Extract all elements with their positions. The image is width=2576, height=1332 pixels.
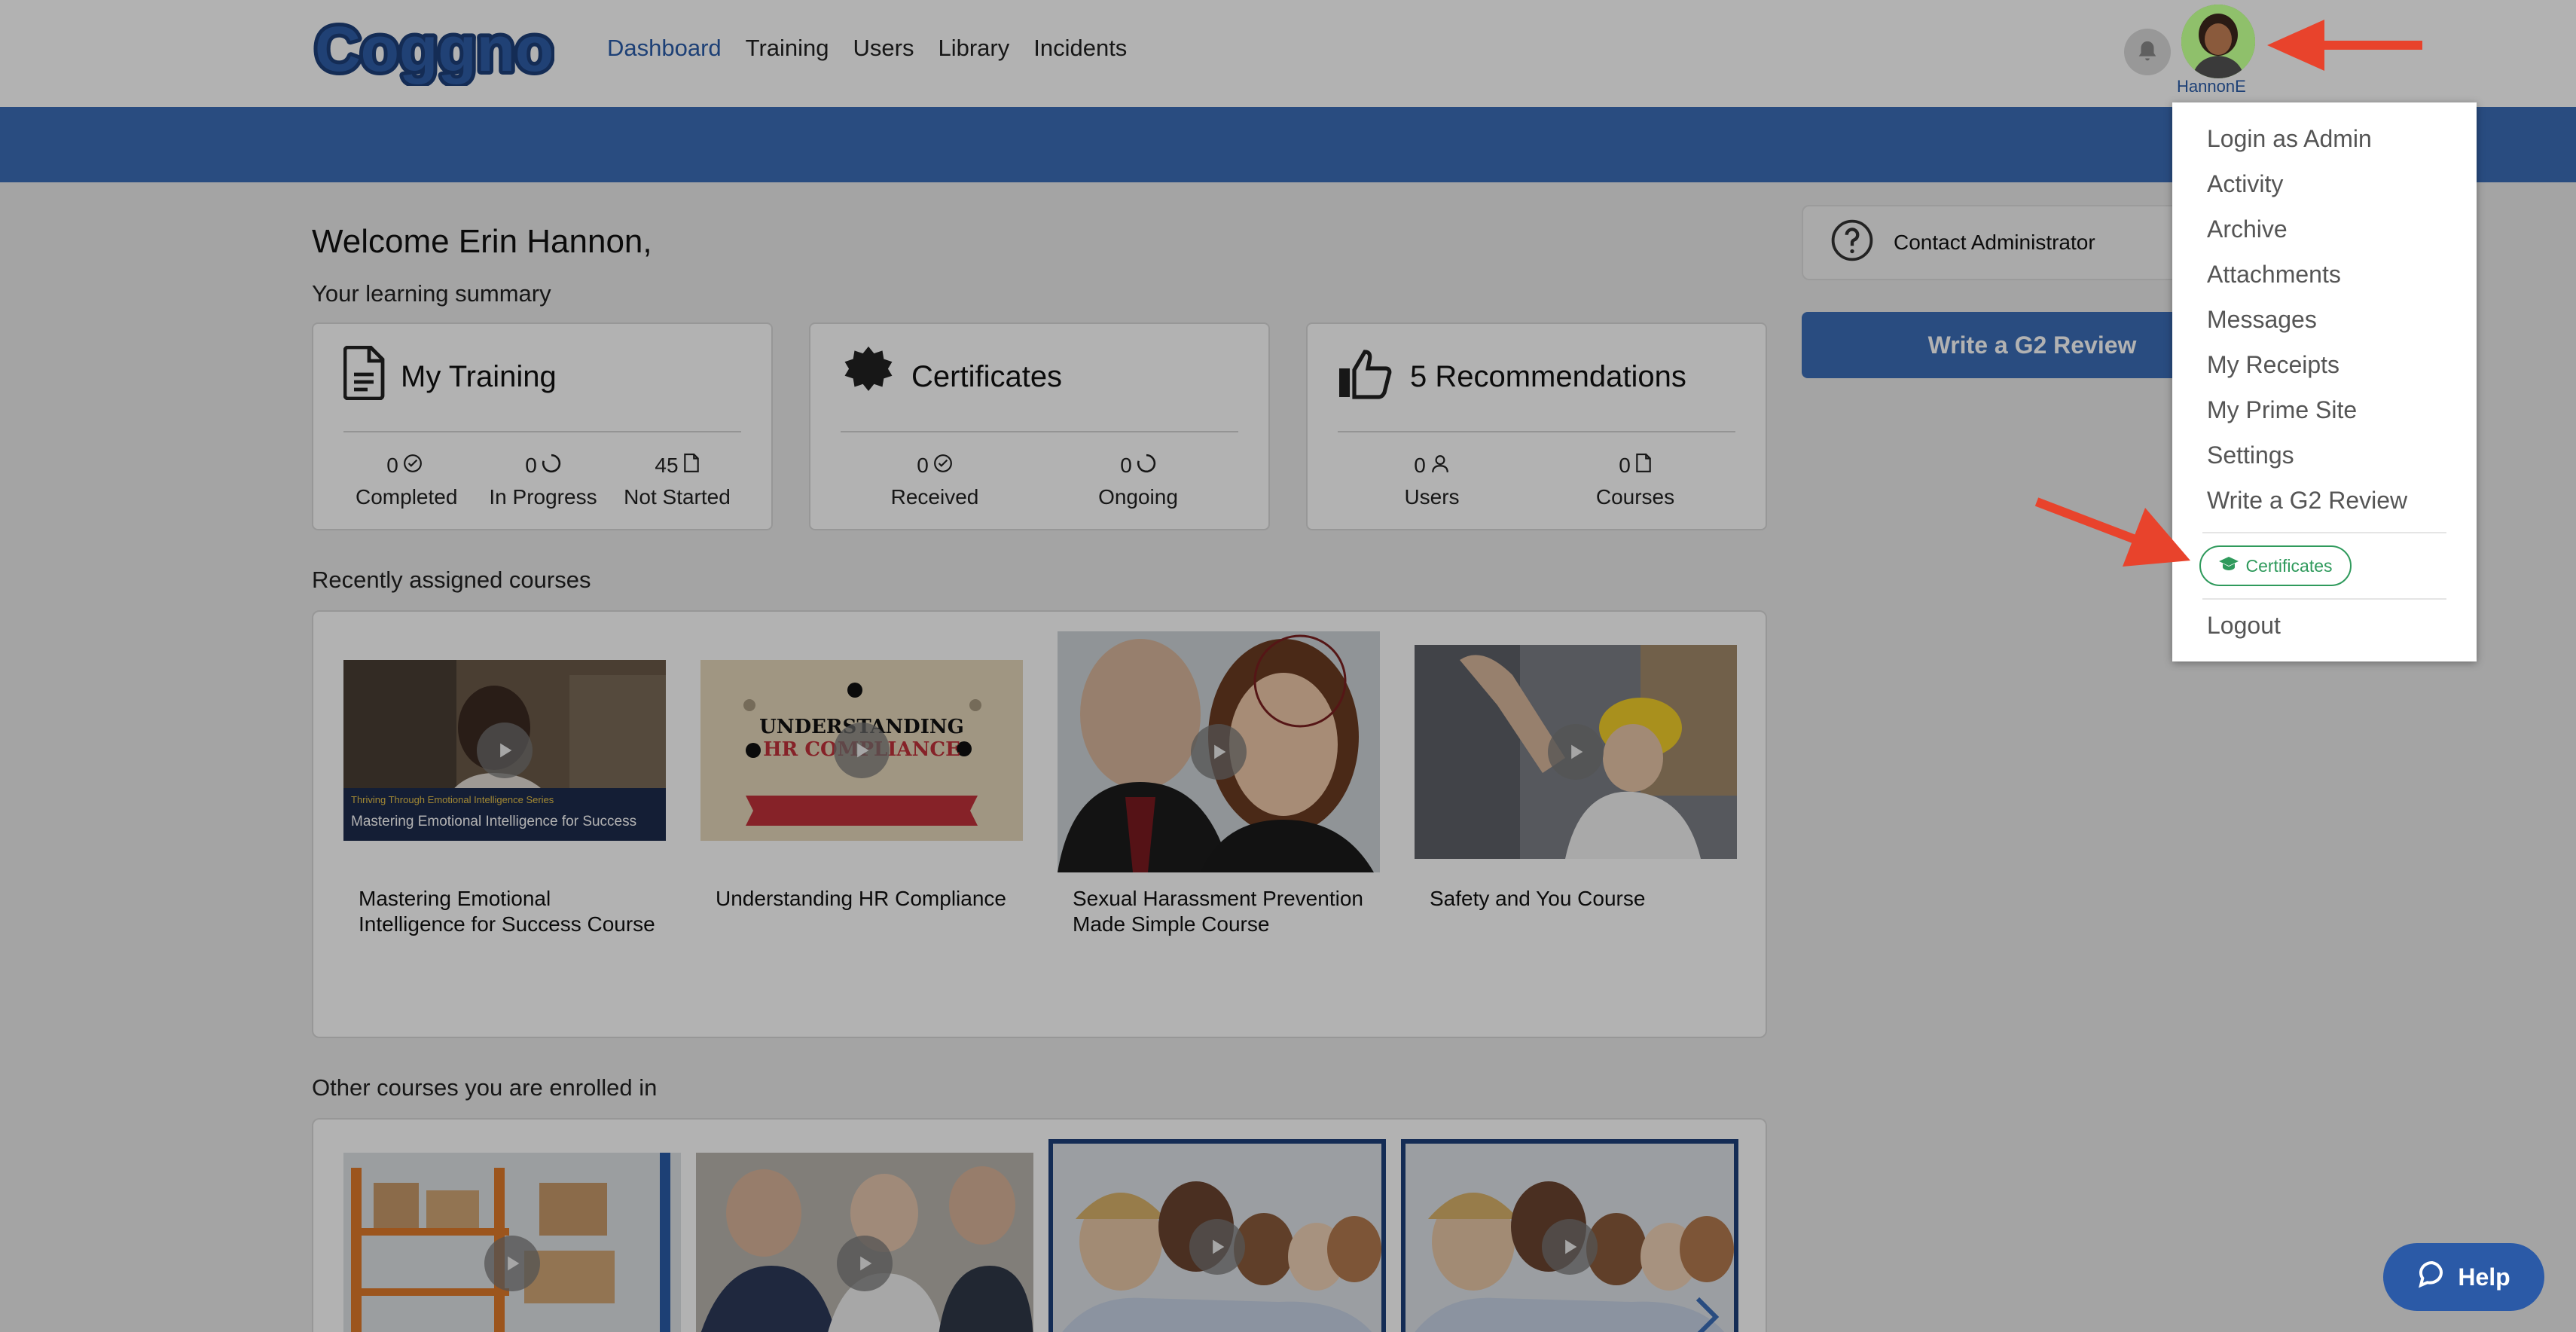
menu-item-activity[interactable]: Activity	[2207, 170, 2283, 198]
annotation-arrow-certificates	[2034, 494, 2192, 573]
menu-item-archive[interactable]: Archive	[2207, 215, 2288, 243]
certificates-button[interactable]: Certificates	[2199, 545, 2352, 586]
menu-divider	[2202, 532, 2446, 533]
menu-item-my-prime-site[interactable]: My Prime Site	[2207, 396, 2357, 424]
certificates-label: Certificates	[2245, 555, 2333, 576]
annotation-arrow-avatar	[2267, 17, 2425, 78]
menu-item-messages[interactable]: Messages	[2207, 306, 2317, 334]
graduation-cap-icon	[2218, 555, 2239, 576]
user-avatar-highlighted[interactable]	[2181, 5, 2255, 78]
menu-item-attachments[interactable]: Attachments	[2207, 261, 2341, 289]
menu-item-login-as-admin[interactable]: Login as Admin	[2207, 125, 2372, 153]
menu-divider	[2202, 598, 2446, 600]
menu-item-my-receipts[interactable]: My Receipts	[2207, 351, 2339, 379]
menu-item-write-g2-review[interactable]: Write a G2 Review	[2207, 487, 2407, 515]
menu-item-settings[interactable]: Settings	[2207, 441, 2294, 469]
help-label: Help	[2458, 1263, 2510, 1291]
chat-bubble-icon	[2417, 1259, 2447, 1295]
menu-item-logout[interactable]: Logout	[2207, 612, 2281, 640]
user-dropdown-menu: Login as Admin Activity Archive Attachme…	[2172, 102, 2477, 661]
help-button[interactable]: Help	[2383, 1243, 2544, 1311]
